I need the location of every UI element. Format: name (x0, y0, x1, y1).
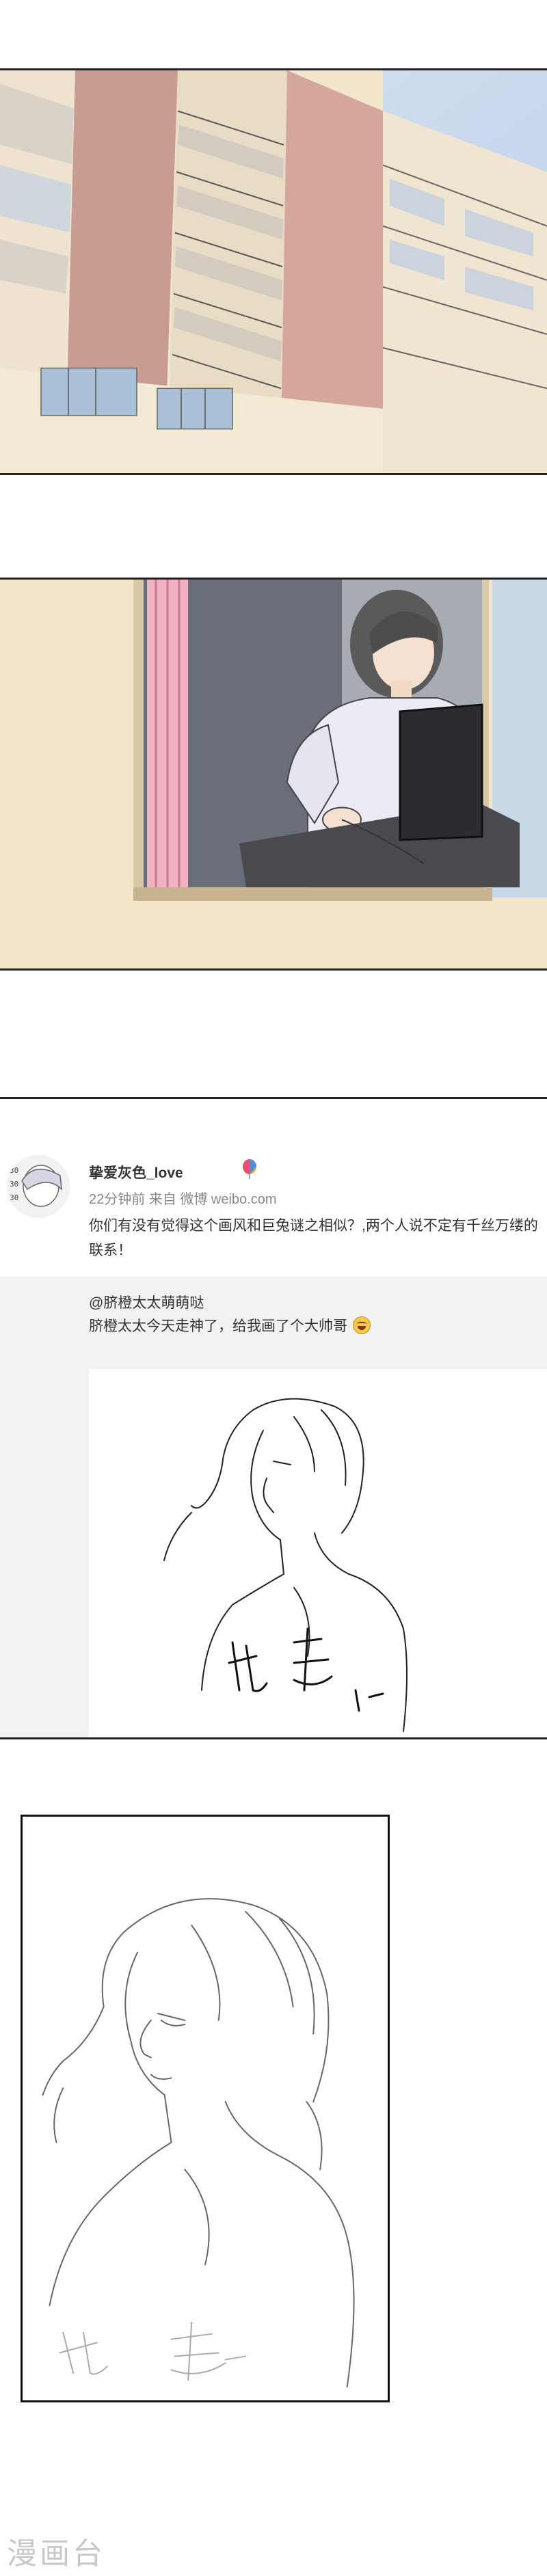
repost-text-line: 脐橙太太今天走神了，给我画了个大帅哥 (89, 1315, 371, 1336)
avatar-sketch-icon: 30 30 30 (7, 1155, 70, 1218)
svg-text:30: 30 (10, 1180, 18, 1189)
repost-sketch-image[interactable] (89, 1369, 547, 1737)
weibo-username[interactable]: 挚爱灰色_love (89, 1162, 183, 1182)
building-illustration (0, 70, 547, 473)
rainbow-balloon-icon (241, 1159, 258, 1180)
panel-woman-at-computer (0, 578, 547, 971)
post-text: 你们有没有觉得这个画风和巨兔谜之相似？,两个人说不定有千丝万缕的联系！ (89, 1218, 538, 1258)
repost-block: @脐橙太太萌萌哒 脐橙太太今天走神了，给我画了个大帅哥 (0, 1277, 547, 1737)
repost-text: 脐橙太太今天走神了，给我画了个大帅哥 (89, 1318, 347, 1334)
user-avatar[interactable]: 30 30 30 (7, 1155, 70, 1218)
panel-weibo-post: 30 30 30 挚爱灰色_love 22分钟前 来自 微博 weibo.com… (0, 1097, 547, 1739)
weibo-post-header: 30 30 30 挚爱灰色_love 22分钟前 来自 微博 weibo.com… (0, 1099, 547, 1277)
watermark: 漫画台 (7, 2536, 105, 2571)
window-scene-illustration (0, 580, 547, 968)
laughing-emoji-icon (353, 1316, 371, 1334)
man-sketch-large (23, 1817, 388, 2400)
svg-text:30: 30 (10, 1193, 18, 1202)
svg-text:30: 30 (10, 1166, 18, 1175)
post-meta: 22分钟前 来自 微博 weibo.com (89, 1192, 277, 1207)
panel-large-sketch (21, 1815, 390, 2402)
man-sketch-small (89, 1369, 547, 1737)
repost-username[interactable]: @脐橙太太萌萌哒 (89, 1292, 204, 1312)
panel-building-exterior (0, 68, 547, 475)
